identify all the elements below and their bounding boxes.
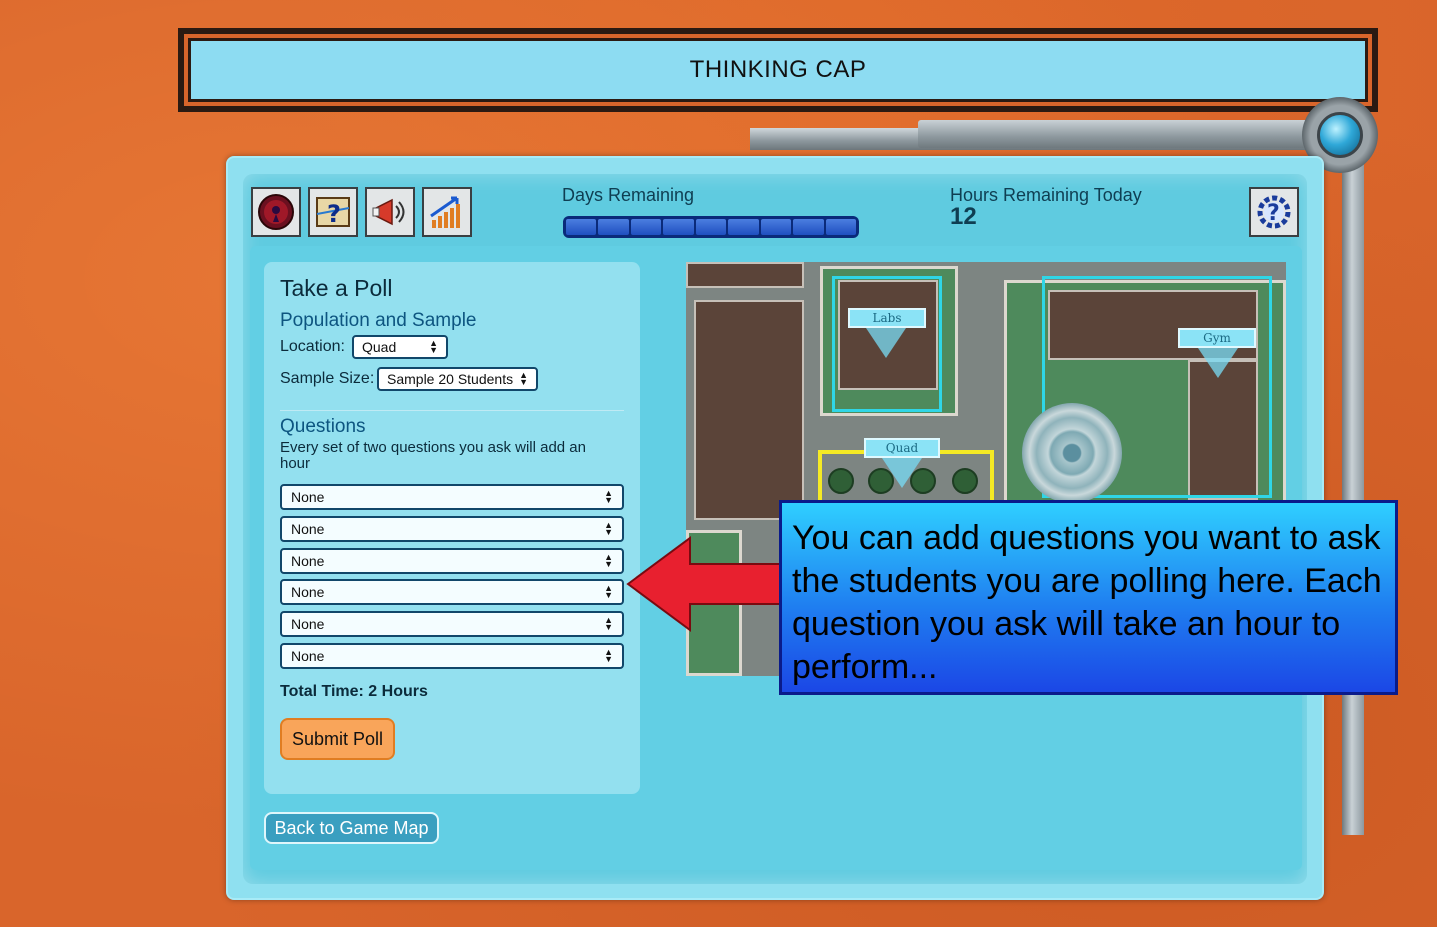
select-arrows-icon: ▲ ▼: [429, 338, 438, 355]
title-banner: THINKING CAP: [178, 28, 1378, 112]
sample-size-select[interactable]: Sample 20 Students ▲ ▼: [377, 367, 538, 391]
question-select-6[interactable]: None ▲ ▼: [280, 643, 624, 669]
poll-title: Take a Poll: [280, 275, 393, 301]
day-segment: [598, 219, 629, 235]
map-tree: [952, 468, 978, 494]
total-time: Total Time: 2 Hours: [280, 683, 428, 700]
chart-button[interactable]: [422, 187, 472, 237]
day-segment: [663, 219, 694, 235]
hours-remaining-label: Hours Remaining Today: [950, 185, 1142, 205]
map-building: [694, 300, 804, 520]
quad-tag[interactable]: Quad: [864, 438, 940, 458]
submit-poll-button[interactable]: Submit Poll: [280, 718, 395, 760]
chart-icon: [430, 196, 460, 228]
section-divider: [280, 410, 624, 411]
sample-size-label: Sample Size:: [280, 370, 375, 387]
question-select-2[interactable]: None ▲ ▼: [280, 516, 624, 542]
fountain-icon: [1022, 403, 1122, 503]
question-select-value: None: [291, 489, 325, 505]
day-segment: [793, 219, 824, 235]
select-arrows-icon: ▲ ▼: [604, 552, 613, 569]
gym-pin-icon: [1198, 348, 1238, 378]
svg-text:?: ?: [1267, 201, 1280, 226]
day-segment: [695, 219, 727, 235]
question-select-3[interactable]: None ▲ ▼: [280, 548, 624, 574]
question-select-value: None: [291, 584, 325, 600]
select-arrows-icon: ▲ ▼: [604, 647, 613, 664]
question-select-1[interactable]: None ▲ ▼: [280, 484, 624, 510]
tutorial-callout: You can add questions you want to ask th…: [779, 500, 1398, 695]
question-select-value: None: [291, 553, 325, 569]
record-icon: [258, 194, 294, 230]
hours-remaining-value: 12: [950, 203, 977, 230]
title-banner-frame: THINKING CAP: [184, 34, 1372, 106]
record-button[interactable]: [251, 187, 301, 237]
map-building: [686, 262, 804, 288]
population-section-title: Population and Sample: [280, 310, 477, 331]
select-arrows-icon: ▲ ▼: [604, 615, 613, 632]
sample-size-select-value: Sample 20 Students: [387, 371, 514, 387]
pipe-horizontal-upper: [918, 120, 1308, 148]
location-select[interactable]: Quad ▲ ▼: [352, 335, 448, 359]
select-arrows-icon: ▲ ▼: [604, 520, 613, 537]
select-arrows-icon: ▲ ▼: [604, 583, 613, 600]
back-to-game-map-button[interactable]: Back to Game Map: [264, 812, 439, 844]
location-label: Location:: [280, 338, 345, 355]
days-remaining-label: Days Remaining: [562, 185, 695, 205]
megaphone-icon: [372, 198, 405, 226]
labs-pin-icon: [866, 328, 906, 358]
settings-help-button[interactable]: ?: [1249, 187, 1299, 237]
help-map-icon: ?: [316, 197, 350, 228]
select-arrows-icon: ▲ ▼: [519, 370, 528, 387]
question-select-4[interactable]: None ▲ ▼: [280, 579, 624, 605]
svg-text:?: ?: [327, 200, 341, 228]
question-select-value: None: [291, 648, 325, 664]
tutorial-arrow-icon: [626, 536, 785, 632]
location-select-value: Quad: [362, 339, 397, 355]
day-segment: [728, 219, 759, 235]
app-title: THINKING CAP: [188, 38, 1368, 102]
question-select-5[interactable]: None ▲ ▼: [280, 611, 624, 637]
questions-note: Every set of two questions you ask will …: [280, 439, 586, 472]
select-arrows-icon: ▲ ▼: [604, 488, 613, 505]
gym-tag[interactable]: Gym: [1178, 328, 1256, 348]
quad-pin-icon: [882, 458, 922, 488]
questions-section-title: Questions: [280, 416, 366, 437]
days-remaining-bar: [563, 216, 859, 238]
question-select-value: None: [291, 616, 325, 632]
day-segment: [825, 219, 856, 235]
day-segment: [566, 219, 597, 235]
pipe-vertical: [1342, 150, 1364, 835]
day-segment: [630, 219, 662, 235]
gear-help-icon: ?: [1257, 195, 1291, 229]
help-map-button[interactable]: ?: [308, 187, 358, 237]
megaphone-button[interactable]: [365, 187, 415, 237]
day-segment: [760, 219, 792, 235]
question-select-value: None: [291, 521, 325, 537]
map-tree: [828, 468, 854, 494]
labs-tag[interactable]: Labs: [848, 308, 926, 328]
